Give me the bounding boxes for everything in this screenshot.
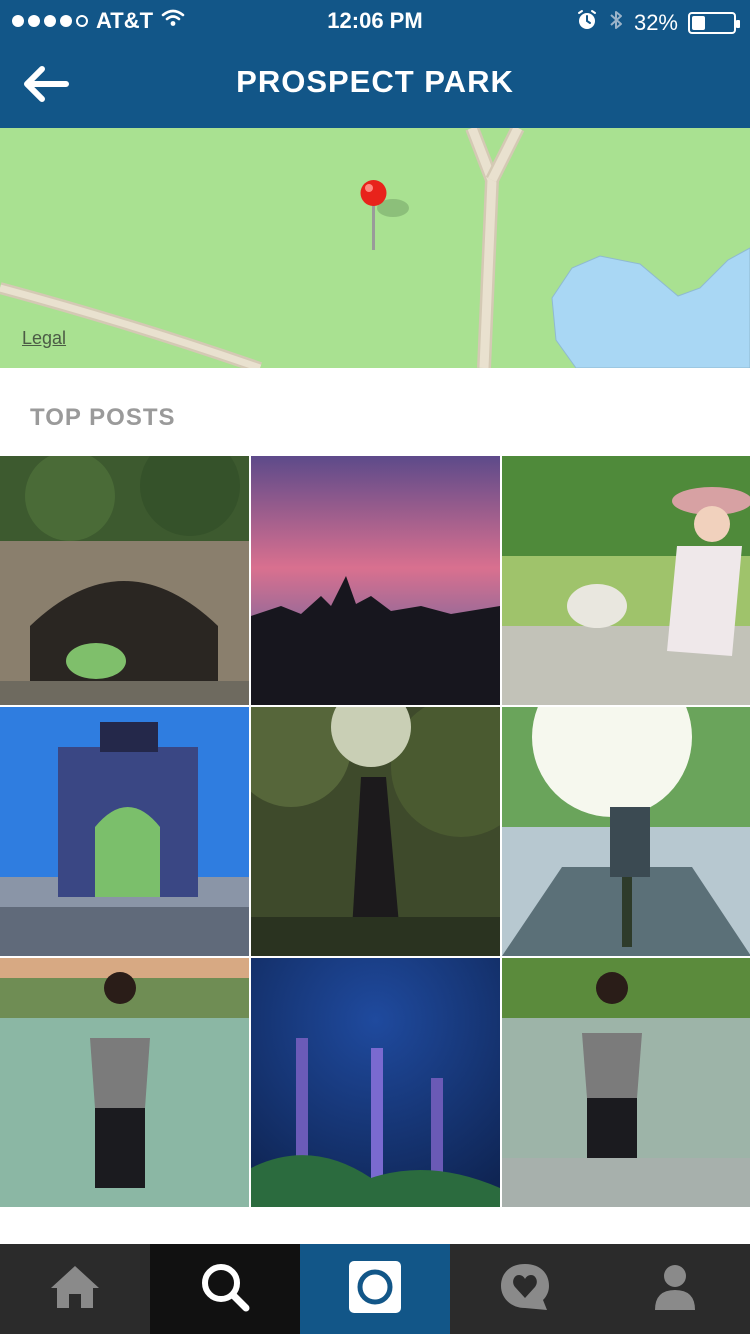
bluetooth-icon [608, 8, 624, 38]
post-thumbnail[interactable] [251, 456, 500, 705]
tab-camera[interactable] [300, 1244, 450, 1334]
tab-activity[interactable] [450, 1244, 600, 1334]
post-thumbnail[interactable] [502, 958, 750, 1207]
home-icon [47, 1262, 103, 1317]
nav-bar: PROSPECT PARK [0, 40, 750, 128]
post-thumbnail[interactable] [251, 958, 500, 1207]
status-right: 32% [576, 8, 740, 38]
post-thumbnail[interactable] [0, 958, 249, 1207]
heart-bubble-icon [497, 1260, 553, 1319]
profile-icon [651, 1262, 699, 1317]
alarm-icon [576, 9, 598, 37]
location-map[interactable]: Legal [0, 128, 750, 368]
post-thumbnail[interactable] [251, 707, 500, 956]
post-thumbnail[interactable] [502, 456, 750, 705]
tab-explore[interactable] [150, 1244, 300, 1334]
post-thumbnail[interactable] [0, 707, 249, 956]
search-icon [199, 1261, 251, 1318]
tab-profile[interactable] [600, 1244, 750, 1334]
post-thumbnail[interactable] [0, 456, 249, 705]
map-pin-icon [358, 178, 390, 259]
post-thumbnail[interactable] [502, 707, 750, 956]
map-legal-link[interactable]: Legal [22, 328, 66, 349]
header: AT&T 12:06 PM 32% PROSPECT PARK [0, 0, 750, 128]
camera-icon [348, 1260, 402, 1319]
tab-home[interactable] [0, 1244, 150, 1334]
section-title: TOP POSTS [30, 404, 176, 431]
tab-bar [0, 1244, 750, 1334]
status-bar: AT&T 12:06 PM 32% [0, 0, 750, 40]
battery-percent: 32% [633, 10, 678, 35]
top-posts-grid [0, 456, 750, 1208]
page-title: PROSPECT PARK [236, 64, 514, 99]
battery-icon [688, 12, 740, 34]
